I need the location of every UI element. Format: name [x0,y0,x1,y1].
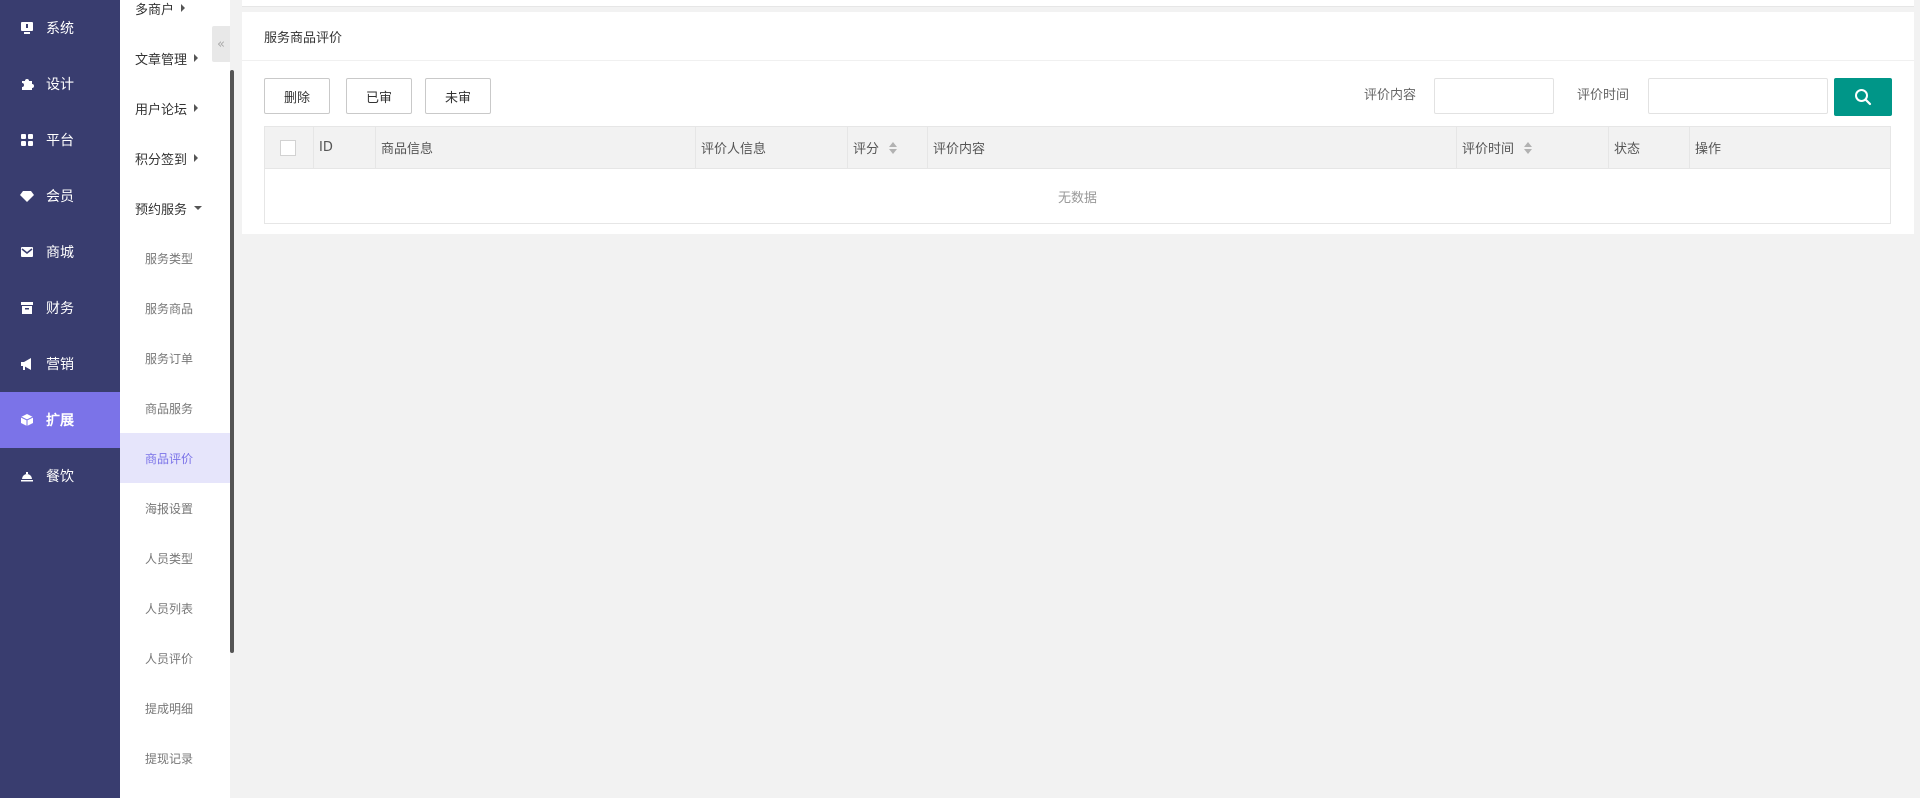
sort-icon[interactable] [889,141,898,154]
column-score[interactable]: 评分 [848,127,928,168]
menu-item-label: 商品评价 [145,451,194,466]
menu-group-points-checkin[interactable]: 积分签到 [120,133,230,183]
mail-icon [20,245,34,259]
menu-group-booking-service[interactable]: 预约服务 [120,183,230,233]
nav-item-label: 商城 [46,245,74,261]
select-all-checkbox[interactable] [280,139,296,156]
caret-down-icon [194,206,203,210]
column-review-time-label: 评价时间 [1462,142,1515,157]
menu-item-withdraw-records[interactable]: 提现记录 [120,733,230,783]
caret-right-icon [181,4,186,12]
sort-icon[interactable] [1524,141,1533,154]
nav-item-label: 会员 [46,189,74,205]
menu-item-poster-settings[interactable]: 海报设置 [120,483,230,533]
menu-item-service-goods[interactable]: 服务商品 [120,283,230,333]
header-select-cell [265,127,314,168]
menu-item-label: 人员类型 [145,551,194,566]
menu-item-label: 海报设置 [145,501,194,516]
review-table: ID 商品信息 评价人信息 评分 评价内容 评价时间 状态 操作 无数据 [264,126,1891,224]
menu-item-label: 提现记录 [145,751,194,766]
nav-item-marketing[interactable]: 营销 [0,336,120,392]
nav-item-label: 平台 [46,133,74,149]
panel-title: 服务商品评价 [242,12,1914,61]
menu-item-commission-detail[interactable]: 提成明细 [120,683,230,733]
nav-item-label: 扩展 [46,413,74,429]
search-button[interactable] [1834,78,1892,116]
menu-item-label: 提成明细 [145,701,194,716]
search-icon [1855,89,1872,106]
table-header: ID 商品信息 评价人信息 评分 评价内容 评价时间 状态 操作 [265,127,1890,169]
sidebar-scrollbar[interactable] [230,70,234,653]
menu-item-staff-list[interactable]: 人员列表 [120,583,230,633]
column-reviewer-info: 评价人信息 [696,127,848,168]
menu-item-staff-type[interactable]: 人员类型 [120,533,230,583]
column-score-label: 评分 [853,142,880,157]
nav-item-platform[interactable]: 平台 [0,112,120,168]
unapproved-button[interactable]: 未审 [425,78,491,114]
column-actions: 操作 [1695,142,1722,157]
nav-item-label: 系统 [46,21,74,37]
nav-item-label: 营销 [46,357,74,373]
secondary-sidebar: 多商户 文章管理 用户论坛 积分签到 预约服务 服务类型 服务商品 服务订单 商… [120,0,230,798]
nav-item-extension[interactable]: 扩展 [0,392,120,448]
menu-item-label: 服务类型 [145,251,194,266]
monitor-icon [20,21,34,35]
dish-icon [20,469,34,483]
nav-item-mall[interactable]: 商城 [0,224,120,280]
nav-item-label: 设计 [46,77,74,93]
nav-item-label: 财务 [46,301,74,317]
menu-item-service-type[interactable]: 服务类型 [120,233,230,283]
review-content-input[interactable] [1434,78,1554,114]
megaphone-icon [20,357,34,371]
nav-item-label: 餐饮 [46,469,74,485]
menu-item-label: 人员列表 [145,601,194,616]
empty-state: 无数据 [1057,190,1097,206]
grid-icon [20,133,34,147]
nav-item-finance[interactable]: 财务 [0,280,120,336]
puzzle-icon [20,77,34,91]
caret-right-icon [194,54,199,62]
review-time-input[interactable] [1648,78,1828,114]
menu-item-label: 商品服务 [145,401,194,416]
menu-group-label: 多商户 [135,2,175,18]
primary-sidebar: 系统 设计 平台 会员 商城 财务 营销 扩展 餐饮 [0,0,120,798]
review-time-label: 评价时间 [1577,88,1630,103]
menu-item-service-orders[interactable]: 服务订单 [120,333,230,383]
delete-button[interactable]: 删除 [264,78,330,114]
menu-group-label: 预约服务 [135,202,188,218]
menu-group-label: 积分签到 [135,152,188,168]
column-review-content: 评价内容 [928,127,1457,168]
collapse-sidebar-button[interactable]: « [212,26,230,62]
menu-item-goods-review[interactable]: 商品评价 [120,433,230,483]
menu-item-goods-service[interactable]: 商品服务 [120,383,230,433]
review-panel: 服务商品评价 删除 已审 未审 评价内容 评价时间 ID 商品信息 评价人信息 … [242,12,1914,234]
column-status: 状态 [1609,127,1690,168]
menu-group-forum[interactable]: 用户论坛 [120,83,230,133]
menu-item-label: 人员评价 [145,651,194,666]
nav-item-system[interactable]: 系统 [0,0,120,56]
column-review-time[interactable]: 评价时间 [1457,127,1609,168]
top-strip [242,0,1914,7]
menu-group-label: 文章管理 [135,52,188,68]
diamond-icon [20,189,34,203]
column-id: ID [314,127,376,168]
menu-item-staff-review[interactable]: 人员评价 [120,633,230,683]
menu-group-label: 用户论坛 [135,102,188,118]
approved-button[interactable]: 已审 [346,78,412,114]
menu-item-label: 服务订单 [145,351,194,366]
double-chevron-left-icon: « [217,36,225,52]
nav-item-member[interactable]: 会员 [0,168,120,224]
caret-right-icon [194,154,199,162]
review-content-label: 评价内容 [1364,88,1417,103]
cube-icon [20,413,34,427]
nav-item-design[interactable]: 设计 [0,56,120,112]
column-goods-info: 商品信息 [376,127,696,168]
nav-item-catering[interactable]: 餐饮 [0,448,120,504]
menu-item-label: 服务商品 [145,301,194,316]
caret-right-icon [194,104,199,112]
archive-icon [20,301,34,315]
